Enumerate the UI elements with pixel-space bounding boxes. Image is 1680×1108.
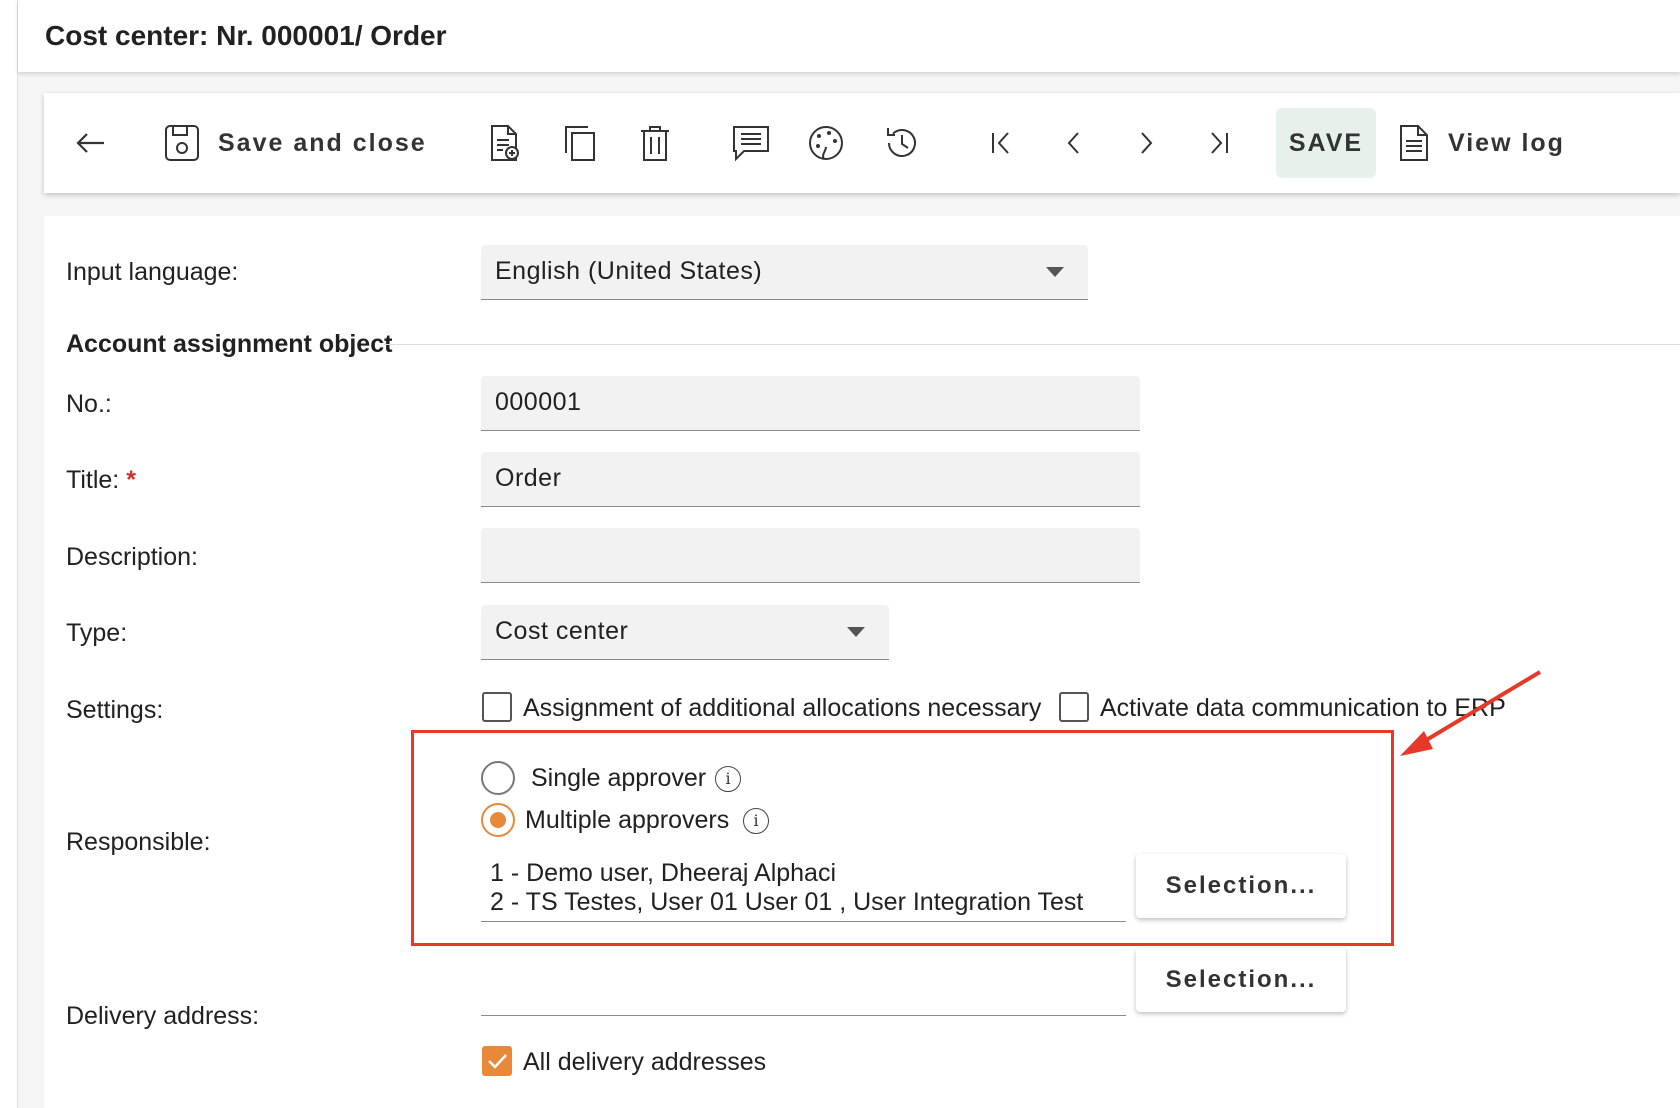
comment-icon [733, 126, 769, 162]
chevron-down-icon [1046, 267, 1064, 277]
first-record-button[interactable] [984, 113, 1020, 173]
last-record-icon [1211, 132, 1228, 154]
highlight-box [411, 730, 1394, 946]
title-field[interactable]: Order [481, 452, 1140, 507]
view-log-button[interactable]: View log [1396, 113, 1565, 173]
section-title: Account assignment object [66, 330, 393, 358]
comment-button[interactable] [730, 113, 772, 173]
view-log-label: View log [1448, 128, 1565, 157]
page-title: Cost center: Nr. 000001/ Order [45, 20, 447, 51]
additional-allocations-checkbox[interactable] [482, 692, 512, 722]
settings-label: Settings: [66, 696, 164, 724]
previous-record-button[interactable] [1056, 113, 1092, 173]
history-icon [887, 128, 916, 157]
previous-record-icon [1067, 132, 1079, 154]
section-divider [384, 344, 1680, 345]
delivery-address-label: Delivery address: [66, 1002, 260, 1030]
save-icon [165, 125, 199, 161]
delivery-address-field[interactable] [481, 994, 1126, 1016]
document-icon [1400, 125, 1428, 161]
description-label: Description: [66, 543, 198, 571]
arrow-left-icon [76, 133, 104, 153]
palette-icon [809, 126, 843, 160]
new-document-icon [491, 125, 519, 161]
toolbar: Save and close SAVE View log [44, 93, 1680, 193]
title-label-text: Title: [66, 466, 120, 494]
save-and-close-label: Save and close [218, 128, 427, 157]
type-value: Cost center [495, 617, 629, 645]
input-language-value: English (United States) [495, 257, 763, 285]
type-select[interactable]: Cost center [481, 605, 889, 660]
title-bar: Cost center: Nr. 000001/ Order [18, 0, 1680, 72]
save-button[interactable]: SAVE [1276, 108, 1376, 178]
last-record-button[interactable] [1200, 113, 1236, 173]
new-document-button[interactable] [484, 113, 524, 173]
input-language-select[interactable]: English (United States) [481, 245, 1088, 300]
delete-button[interactable] [635, 113, 675, 173]
save-and-close-button[interactable]: Save and close [162, 113, 427, 173]
no-label: No.: [66, 390, 112, 418]
erp-communication-checkbox[interactable] [1059, 692, 1089, 722]
all-delivery-addresses-checkbox[interactable] [482, 1046, 512, 1076]
form-panel: Input language: English (United States) … [44, 216, 1680, 1108]
left-edge [0, 0, 18, 1108]
description-field[interactable] [481, 528, 1140, 583]
required-mark: * [126, 466, 136, 494]
no-value: 000001 [495, 388, 582, 416]
checkmark-icon [488, 1054, 507, 1069]
delivery-address-selection-button[interactable]: Selection... [1136, 948, 1346, 1012]
no-field[interactable]: 000001 [481, 376, 1140, 431]
save-label: SAVE [1288, 128, 1364, 157]
chevron-down-icon [847, 627, 865, 637]
copy-button[interactable] [560, 113, 600, 173]
all-delivery-addresses-label: All delivery addresses [523, 1048, 767, 1076]
type-label: Type: [66, 619, 128, 647]
delete-icon [641, 126, 669, 161]
erp-communication-label: Activate data communication to ERP [1100, 694, 1506, 722]
palette-button[interactable] [806, 113, 846, 173]
first-record-icon [992, 132, 1009, 154]
next-record-button[interactable] [1128, 113, 1164, 173]
title-value: Order [495, 464, 562, 492]
responsible-label: Responsible: [66, 828, 211, 856]
back-button[interactable] [72, 113, 108, 173]
copy-icon [565, 126, 595, 161]
title-label: Title: * [66, 466, 136, 495]
additional-allocations-label: Assignment of additional allocations nec… [523, 694, 1042, 722]
history-button[interactable] [882, 113, 922, 173]
next-record-icon [1141, 132, 1153, 154]
input-language-label: Input language: [66, 258, 239, 286]
